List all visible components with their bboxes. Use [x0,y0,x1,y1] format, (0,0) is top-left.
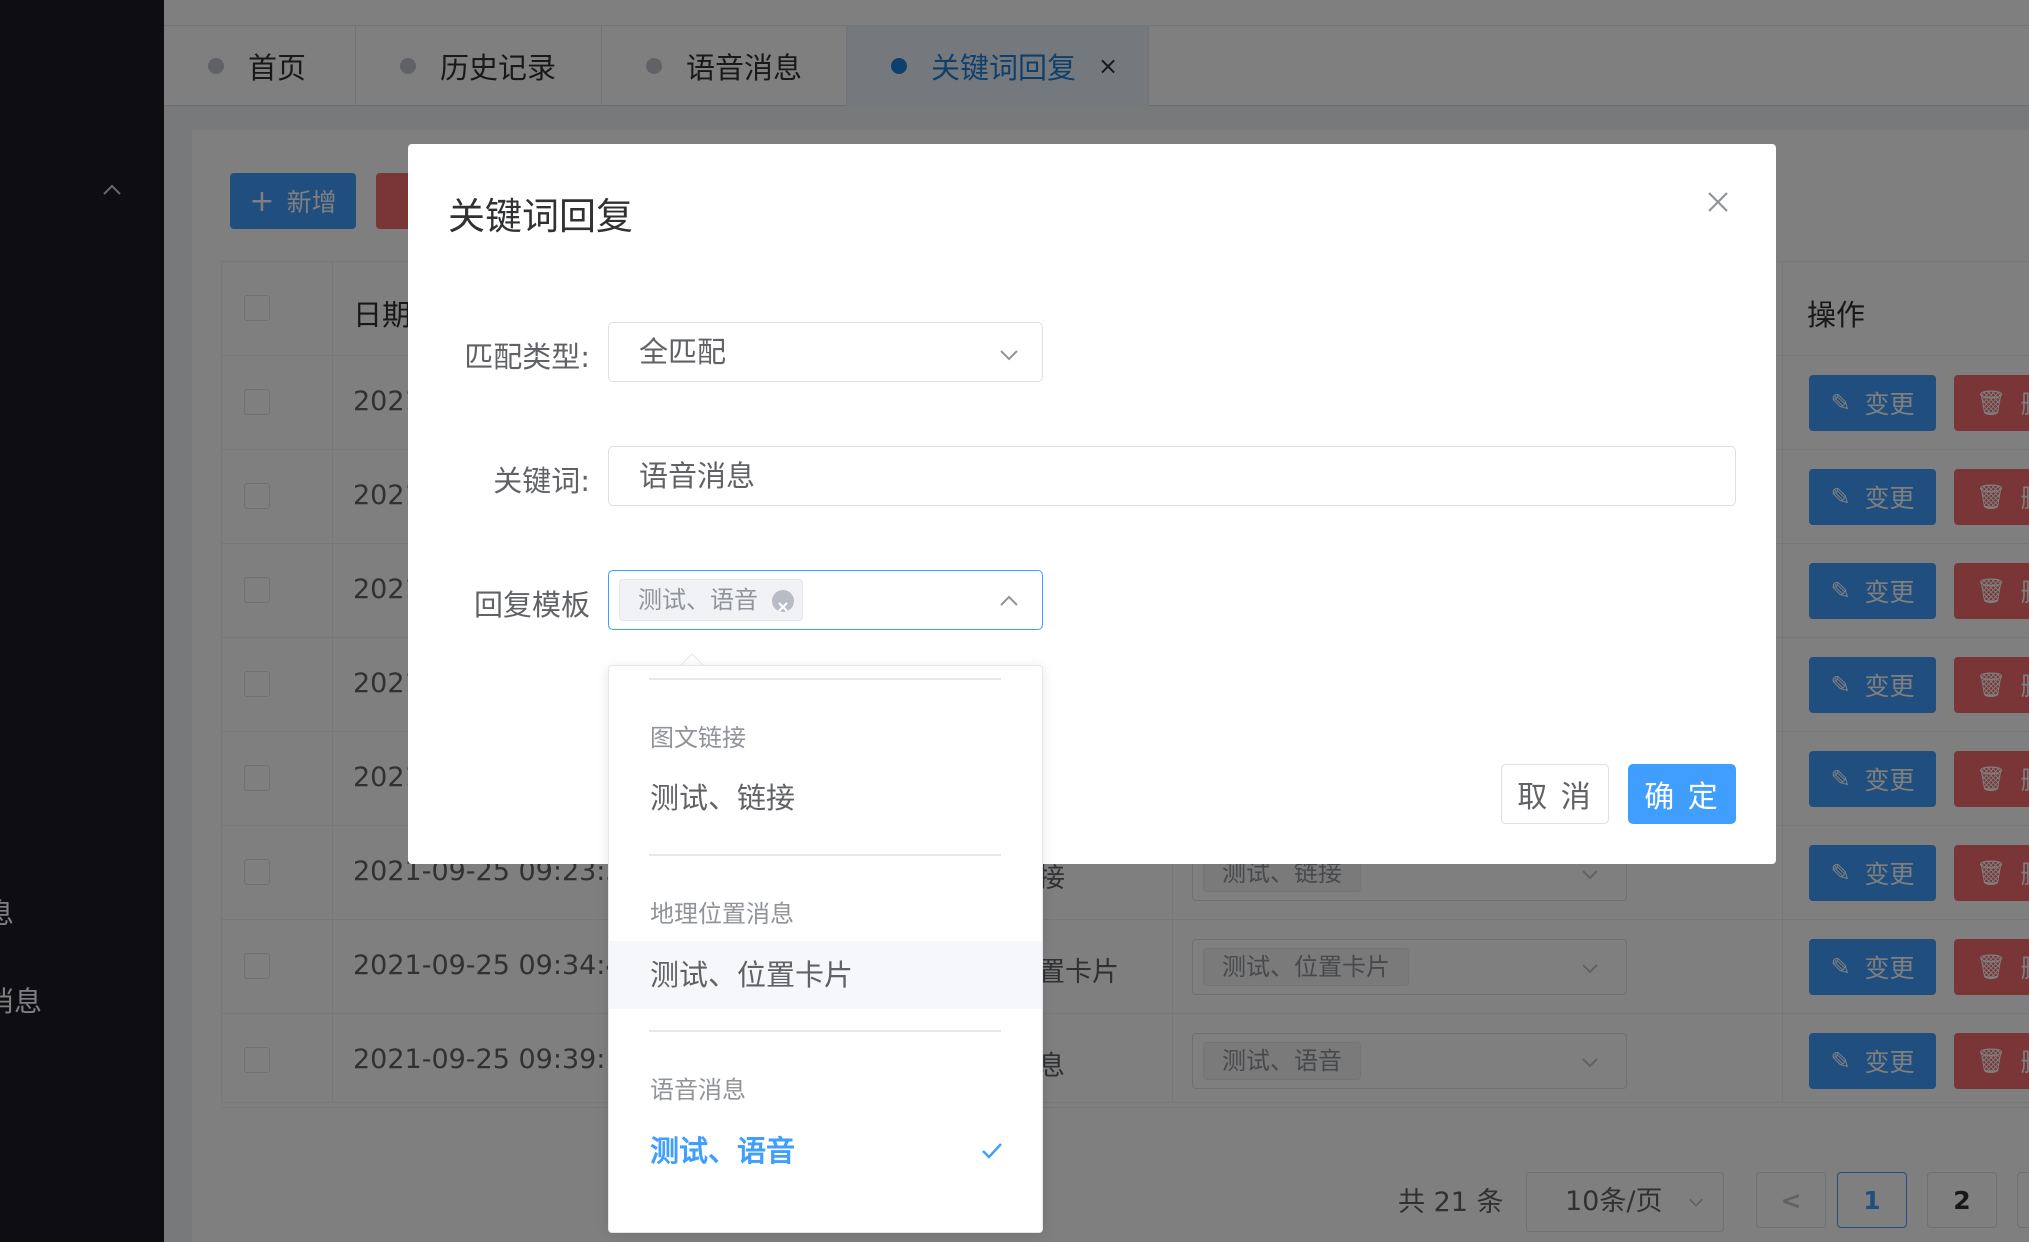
chevron-down-icon [1000,350,1018,361]
dropdown-option-label: 测试、语音 [650,1134,796,1168]
dropdown-option[interactable]: 测试、位置卡片 [609,941,1042,1009]
option-group-title: 语音消息 [650,1076,746,1104]
close-icon[interactable] [1704,188,1732,216]
group-divider [649,1030,1001,1032]
group-divider [649,854,1001,856]
keyword-input[interactable]: 语音消息 [608,446,1736,506]
template-label: 回复模板 [473,588,590,622]
cancel-button[interactable]: 取 消 [1501,764,1609,824]
confirm-button[interactable]: 确 定 [1628,764,1736,824]
group-divider [649,678,1001,680]
template-chip-label: 测试、语音 [638,586,758,614]
option-group-title: 图文链接 [650,724,746,752]
keyword-label: 关键词: [493,464,590,498]
remove-tag-icon[interactable] [772,590,794,612]
dropdown-option-label: 测试、位置卡片 [650,958,854,992]
option-group-title: 地理位置消息 [650,900,794,928]
match-type-select[interactable]: 全匹配 [608,322,1043,382]
dialog-title: 关键词回复 [448,195,633,238]
check-icon [982,1143,1002,1159]
template-select[interactable]: 测试、语音 [608,570,1043,630]
chevron-up-icon [1000,595,1018,606]
dropdown-option[interactable]: 测试、链接 [609,764,1042,832]
template-chip: 测试、语音 [619,579,803,621]
match-type-label: 匹配类型: [464,340,590,374]
match-type-value: 全匹配 [639,335,727,369]
dropdown-option-selected[interactable]: 测试、语音 [609,1117,1042,1185]
template-dropdown: 图文链接 测试、链接 地理位置消息 测试、位置卡片 语音消息 测试、语音 [608,665,1043,1233]
keyword-value: 语音消息 [639,459,756,493]
